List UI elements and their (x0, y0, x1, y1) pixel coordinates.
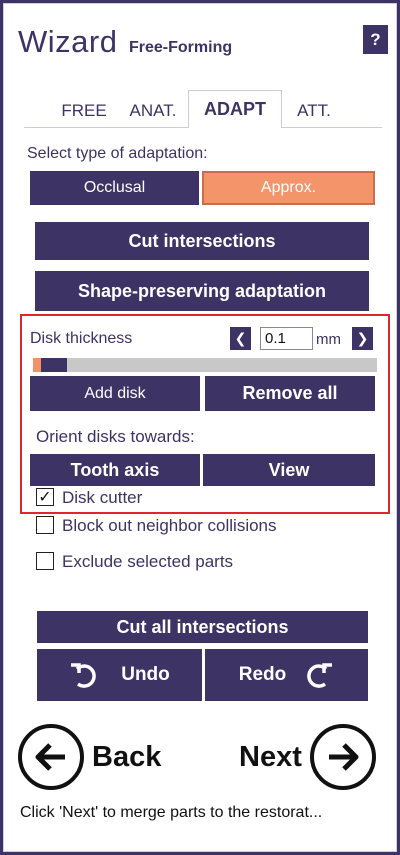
chevron-left-icon: ❮ (234, 330, 247, 346)
occlusal-button[interactable]: Occlusal (30, 171, 199, 205)
checkmark-icon: ✓ (38, 489, 52, 506)
shape-preserving-adaptation-button[interactable]: Shape-preserving adaptation (35, 271, 369, 311)
wizard-subtitle: Free-Forming (129, 39, 233, 56)
approx-button[interactable]: Approx. (202, 171, 375, 205)
cut-intersections-button[interactable]: Cut intersections (35, 222, 369, 260)
tooth-axis-button[interactable]: Tooth axis (30, 454, 200, 486)
redo-icon (307, 663, 333, 688)
orient-disks-label: Orient disks towards: (36, 427, 195, 446)
undo-button[interactable]: Undo (37, 649, 202, 701)
view-button[interactable]: View (203, 454, 375, 486)
redo-label: Redo (238, 664, 287, 685)
block-out-checkbox[interactable] (36, 516, 54, 534)
arrow-left-circle-icon (18, 724, 84, 790)
undo-label: Undo (121, 664, 170, 685)
undo-icon (71, 663, 97, 688)
thickness-decrease-button[interactable]: ❮ (230, 327, 251, 350)
cut-all-intersections-button[interactable]: Cut all intersections (37, 611, 368, 643)
tab-active-gap (189, 127, 281, 128)
next-label: Next (239, 740, 302, 773)
wizard-title: Wizard (18, 24, 118, 59)
tab-adapt[interactable]: ADAPT (188, 90, 282, 128)
adaptation-type-label: Select type of adaptation: (27, 145, 208, 162)
block-out-label: Block out neighbor collisions (62, 516, 277, 535)
arrow-right-circle-icon (309, 724, 376, 790)
help-button[interactable]: ? (363, 25, 388, 54)
thickness-increase-button[interactable]: ❯ (352, 327, 373, 350)
thickness-input[interactable]: 0.1 (260, 327, 313, 350)
back-label: Back (92, 740, 162, 773)
redo-button[interactable]: Redo (205, 649, 368, 701)
exclude-parts-label: Exclude selected parts (62, 552, 234, 571)
remove-all-button[interactable]: Remove all (205, 376, 375, 411)
tab-free[interactable]: FREE (54, 101, 114, 121)
thickness-slider[interactable] (33, 358, 377, 372)
disk-cutter-checkbox[interactable]: ✓ (36, 488, 54, 506)
thickness-unit: mm (316, 331, 341, 348)
add-disk-button[interactable]: Add disk (30, 376, 200, 411)
slider-handle[interactable] (41, 358, 67, 372)
disk-thickness-label: Disk thickness (30, 330, 133, 347)
slider-marker (33, 358, 41, 372)
disk-cutter-label: Disk cutter (62, 488, 143, 507)
back-button[interactable]: Back (18, 724, 161, 790)
wizard-panel: Wizard Free-Forming ? FREE ANAT. ADAPT A… (3, 3, 397, 852)
chevron-right-icon: ❯ (356, 330, 369, 346)
tab-anat[interactable]: ANAT. (122, 101, 184, 121)
next-button[interactable]: Next (239, 724, 376, 790)
tab-att[interactable]: ATT. (286, 101, 342, 121)
exclude-parts-checkbox[interactable] (36, 552, 54, 570)
footer-hint: Click 'Next' to merge parts to the resto… (20, 804, 323, 821)
